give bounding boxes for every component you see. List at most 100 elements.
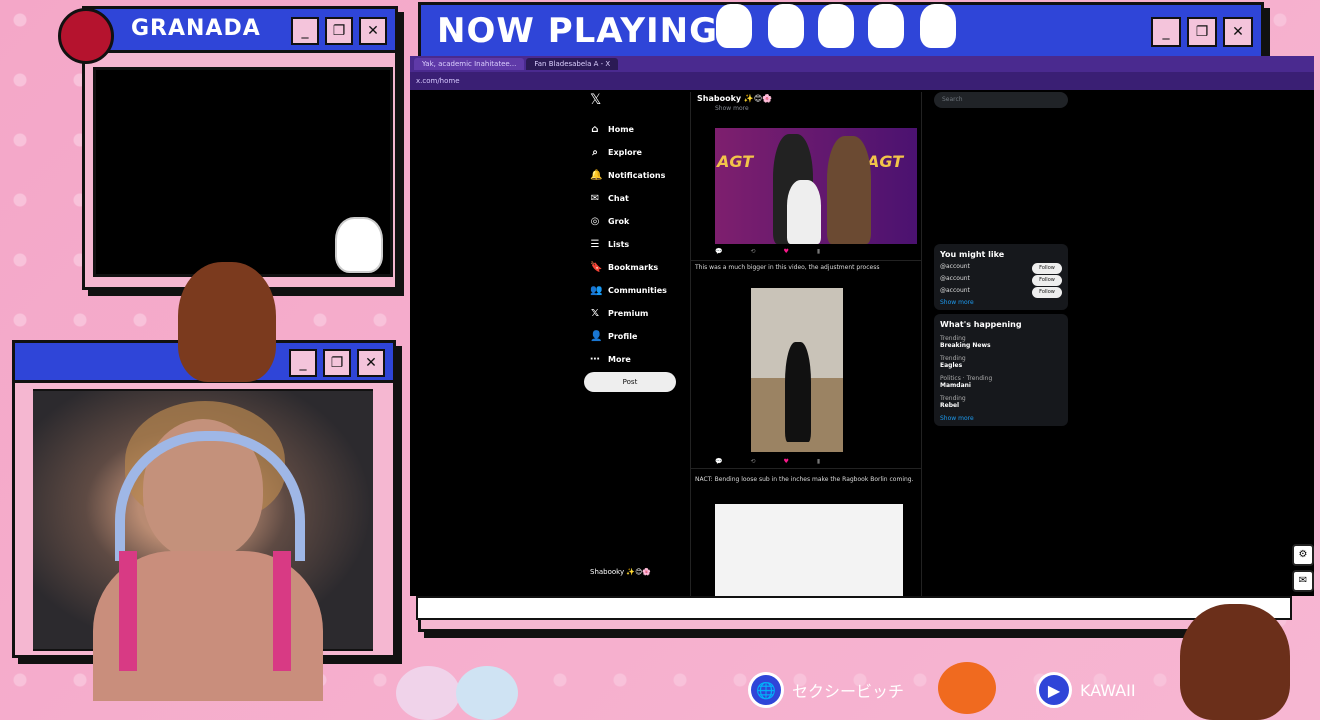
whats-happening-panel: What's happening Trending Breaking News T… [934,314,1068,426]
tab-strip: Yak, academic Inahitatee... Fan Bladesab… [410,56,1314,72]
browser-tab-active[interactable]: Fan Bladesabela A - X [526,58,619,70]
right-column: Search You might like @account Follow @ac… [934,92,1068,426]
show-more-link[interactable]: Show more [940,415,1062,422]
trend-title: Eagles [940,362,963,369]
settings-icon[interactable]: ⚙ [1292,544,1314,566]
webcam-feed [33,389,373,701]
maximize-button[interactable]: ❐ [1187,17,1217,47]
trend-item[interactable]: Trending Breaking News [940,335,1062,349]
panel-heading: You might like [940,250,1005,259]
nav-label: Explore [608,148,642,157]
show-more-link[interactable]: Show more [940,299,1062,306]
tweet-photo[interactable] [715,504,903,596]
trend-item[interactable]: Politics · Trending Mamdani [940,375,1062,389]
trend-title: Mamdani [940,382,971,389]
follow-button[interactable]: Follow [1032,263,1062,274]
nav-notifications[interactable]: 🔔 Notifications [584,164,684,187]
nav-chat[interactable]: ✉ Chat [584,187,684,210]
post-button[interactable]: Post [584,372,676,392]
nav-premium[interactable]: 𝕏 Premium [584,302,684,325]
tweet-divider [691,260,921,261]
panel-heading: What's happening [940,320,1022,329]
nav-communities[interactable]: 👥 Communities [584,279,684,302]
nav-grok[interactable]: ◎ Grok [584,210,684,233]
mail-icon[interactable]: ✉ [1292,570,1314,592]
tweet-actions[interactable]: 💬 ⟲ ♥ ▮ [715,248,820,255]
home-icon: ⌂ [591,124,599,135]
blob-sticker [456,666,518,720]
follow-button[interactable]: Follow [1032,287,1062,298]
tweet-photo[interactable]: AGT AGT [715,128,917,244]
url-bar[interactable]: x.com/home [410,72,1314,90]
blob-sticker [396,666,460,720]
retweet-icon[interactable]: ⟲ [750,248,755,255]
trend-category: Politics · Trending [940,375,993,382]
suggested-account[interactable]: @account Follow [940,263,1062,274]
retweet-icon[interactable]: ⟲ [750,458,755,465]
granada-title: GRANADA [131,16,261,41]
follow-button[interactable]: Follow [1032,275,1062,286]
reply-icon[interactable]: 💬 [715,248,722,255]
x-sidebar: 𝕏 ⌂ Home ⌕ Explore 🔔 Notifications ✉ Chat ◎ G… [584,92,684,371]
cat-sticker [768,4,804,48]
search-input[interactable]: Search [934,92,1068,108]
like-icon[interactable]: ♥ [784,458,789,465]
views-icon[interactable]: ▮ [817,458,820,465]
views-icon[interactable]: ▮ [817,248,820,255]
nav-bookmarks[interactable]: 🔖 Bookmarks [584,256,684,279]
like-icon[interactable]: ♥ [784,248,789,255]
nav-lists[interactable]: ☰ Lists [584,233,684,256]
person-figure [827,136,871,244]
nav-label: More [608,355,631,364]
minimize-button[interactable]: _ [1151,17,1181,47]
nav-home[interactable]: ⌂ Home [584,118,684,141]
maximize-button[interactable]: ❐ [325,17,353,45]
tweet-divider [691,468,921,469]
close-button[interactable]: ✕ [357,349,385,377]
close-button[interactable]: ✕ [1223,17,1253,47]
account-switcher[interactable]: Shabooky ✨😊🌸 [590,568,651,576]
tweet-photo[interactable] [751,288,843,452]
granada-titlebar[interactable]: GRANADA _ ❐ ✕ [85,9,395,53]
bell-icon: 🔔 [590,170,603,181]
suggested-account[interactable]: @account Follow [940,275,1062,286]
search-icon: ⌕ [592,147,598,158]
cat-sticker [868,4,904,48]
agt-logo: AGT [867,152,904,171]
x-logo-icon[interactable]: 𝕏 [590,92,684,108]
trend-category: Trending [940,395,966,402]
suggested-account[interactable]: @account Follow [940,287,1062,298]
timeline-feed: Shabooky ✨😊🌸 Show more AGT AGT 💬 ⟲ ♥ ▮ This… [690,92,922,596]
top-strap [273,551,291,671]
window-status-bar [416,596,1292,620]
browser-tab[interactable]: Yak, academic Inahitatee... [414,58,525,70]
dock-label: KAWAII [1080,680,1136,700]
anime-girl-sticker [178,262,276,382]
pomegranate-icon [58,8,114,64]
minimize-button[interactable]: _ [291,17,319,45]
person-figure [787,180,821,244]
close-button[interactable]: ✕ [359,17,387,45]
grok-icon: ◎ [590,216,600,227]
trend-item[interactable]: Trending Rebel [940,395,1062,409]
nav-profile[interactable]: 👤 Profile [584,325,684,348]
play-icon: ▶ [1036,672,1072,708]
nav-label: Chat [608,194,629,203]
nav-more[interactable]: ⋯ More [584,348,684,371]
tweet-actions[interactable]: 💬 ⟲ ♥ ▮ [715,458,820,465]
reply-icon[interactable]: 💬 [715,458,722,465]
nav-label: Premium [608,309,649,318]
cat-sticker [716,4,752,48]
maximize-button[interactable]: ❐ [323,349,351,377]
trend-item[interactable]: Trending Eagles [940,355,1062,369]
show-more-link[interactable]: Show more [691,105,921,112]
nav-explore[interactable]: ⌕ Explore [584,141,684,164]
minimize-button[interactable]: _ [289,349,317,377]
trend-title: Breaking News [940,342,991,349]
profile-header-name: Shabooky ✨😊🌸 [697,94,773,103]
user-icon: 👤 [590,331,603,342]
tweet-text: This was a much bigger in this video, th… [695,264,880,271]
dock-item-2[interactable]: ▶ KAWAII [1036,672,1136,708]
agt-logo: AGT [717,152,754,171]
dock-item-1[interactable]: 🌐 セクシービッチ [748,672,904,708]
